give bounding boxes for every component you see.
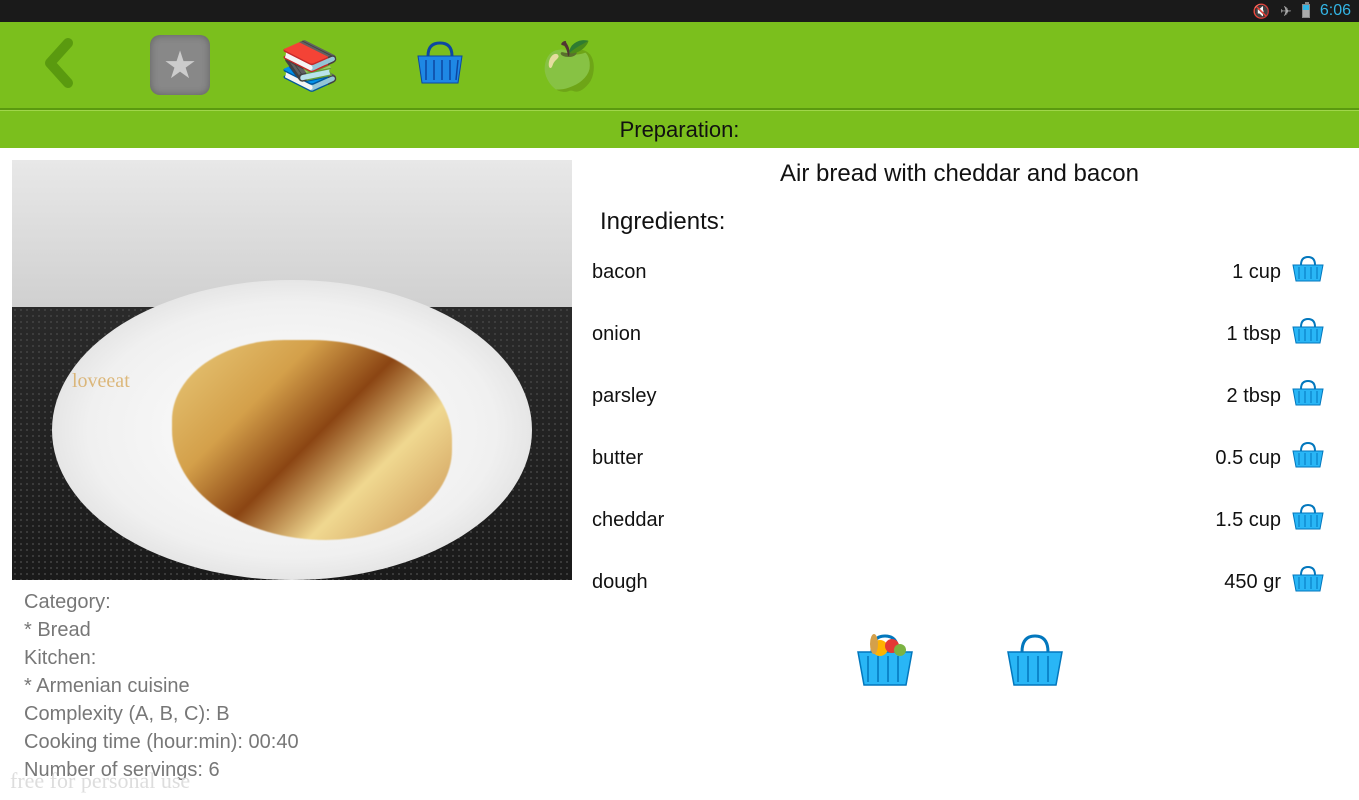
ingredient-row: butter0.5 cup	[592, 440, 1327, 476]
status-bar: 🔇 ✈ 6:06	[0, 0, 1359, 22]
ingredient-row: onion1 tbsp	[592, 316, 1327, 352]
ingredient-quantity: 1 tbsp	[1227, 323, 1281, 346]
volume-mute-icon: 🔇	[1253, 3, 1270, 20]
ingredient-quantity: 0.5 cup	[1215, 447, 1281, 470]
add-ingredient-to-basket-button[interactable]	[1289, 316, 1327, 352]
add-ingredient-to-basket-button[interactable]	[1289, 378, 1327, 414]
ingredient-quantity: 450 gr	[1224, 571, 1281, 594]
recipe-photo[interactable]: loveeat	[12, 160, 572, 580]
back-button[interactable]	[40, 38, 80, 93]
add-all-to-basket-button[interactable]	[850, 630, 920, 695]
ingredient-row: parsley2 tbsp	[592, 378, 1327, 414]
ingredients-header: Ingredients:	[592, 208, 1327, 236]
meta-kitchen-value: * Armenian cuisine	[24, 672, 560, 700]
footer-watermark: free for personal use	[10, 768, 190, 794]
add-ingredient-to-basket-button[interactable]	[1289, 564, 1327, 600]
meta-cooking-time: Cooking time (hour:min): 00:40	[24, 728, 560, 756]
nutrition-calculator-button[interactable]: 🍏	[540, 37, 600, 94]
add-ingredient-to-basket-button[interactable]	[1289, 440, 1327, 476]
ingredient-name: dough	[592, 571, 1224, 594]
ingredient-quantity: 1 cup	[1232, 261, 1281, 284]
add-ingredient-to-basket-button[interactable]	[1289, 502, 1327, 538]
favorite-button[interactable]	[150, 35, 210, 95]
photo-watermark: loveeat	[72, 370, 130, 393]
airplane-mode-icon: ✈	[1280, 3, 1292, 20]
ingredient-row: bacon1 cup	[592, 254, 1327, 290]
shopping-list-button[interactable]	[410, 38, 470, 93]
ingredient-name: cheddar	[592, 509, 1215, 532]
recipes-button[interactable]: 📚	[280, 37, 340, 94]
ingredients-list: bacon1 cup onion1 tbsp parsley2 tbsp but…	[592, 254, 1327, 600]
ingredient-name: onion	[592, 323, 1227, 346]
battery-icon	[1302, 4, 1310, 18]
ingredient-quantity: 2 tbsp	[1227, 385, 1281, 408]
ingredient-row: cheddar1.5 cup	[592, 502, 1327, 538]
toolbar: 📚 🍏	[0, 22, 1359, 110]
ingredient-name: butter	[592, 447, 1215, 470]
meta-category-label: Category:	[24, 588, 560, 616]
recipe-title: Air bread with cheddar and bacon	[592, 160, 1327, 188]
ingredient-quantity: 1.5 cup	[1215, 509, 1281, 532]
meta-kitchen-label: Kitchen:	[24, 644, 560, 672]
meta-category-value: * Bread	[24, 616, 560, 644]
empty-basket-button[interactable]	[1000, 630, 1070, 695]
subheader-title: Preparation:	[620, 117, 740, 143]
ingredient-name: parsley	[592, 385, 1227, 408]
add-ingredient-to-basket-button[interactable]	[1289, 254, 1327, 290]
ingredient-row: dough450 gr	[592, 564, 1327, 600]
status-time: 6:06	[1320, 2, 1351, 20]
ingredient-name: bacon	[592, 261, 1232, 284]
meta-complexity: Complexity (A, B, C): B	[24, 700, 560, 728]
subheader: Preparation:	[0, 110, 1359, 148]
recipe-meta: Category: * Bread Kitchen: * Armenian cu…	[12, 580, 572, 792]
